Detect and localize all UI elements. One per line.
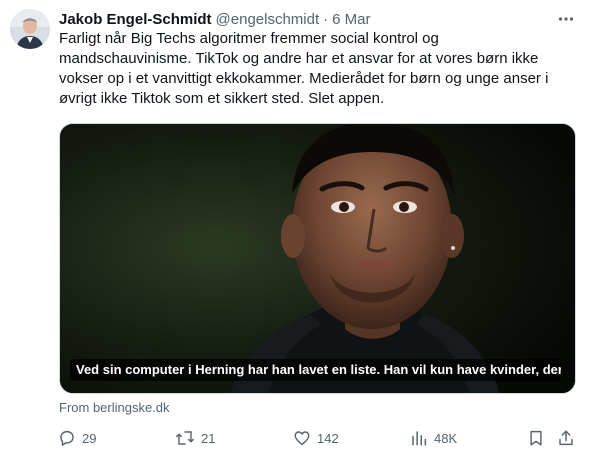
- source-link[interactable]: From berlingske.dk: [59, 400, 170, 415]
- repost-icon: [176, 431, 194, 445]
- reply-icon: [60, 430, 74, 446]
- timestamp[interactable]: 6 Mar: [332, 11, 370, 28]
- repost-button[interactable]: 21: [175, 426, 215, 450]
- reply-button[interactable]: 29: [58, 426, 96, 450]
- action-bar: 29 21 142 48K: [0, 426, 590, 450]
- tweet-text: Farligt når Big Techs algoritmer fremmer…: [59, 30, 549, 107]
- author-name[interactable]: Jakob Engel-Schmidt: [59, 11, 212, 28]
- avatar-image: [10, 9, 50, 49]
- heart-icon: [294, 431, 310, 446]
- share-button[interactable]: [557, 426, 575, 450]
- card-photo: [60, 124, 575, 393]
- link-card[interactable]: Ved sin computer i Herning har han lavet…: [59, 123, 576, 394]
- like-count: 142: [317, 430, 339, 446]
- share-icon: [559, 430, 573, 446]
- repost-count: 21: [201, 430, 216, 446]
- views-icon: [412, 431, 427, 446]
- like-button[interactable]: 142: [293, 426, 339, 450]
- card-caption: Ved sin computer i Herning har han lavet…: [70, 359, 561, 381]
- bookmark-icon: [530, 430, 542, 446]
- views-count: 48K: [434, 430, 458, 446]
- bookmark-button[interactable]: [527, 426, 545, 450]
- tweet-header: Jakob Engel-Schmidt @engelschmidt · 6 Ma…: [59, 10, 370, 28]
- views-button[interactable]: 48K: [410, 426, 457, 450]
- separator-dot: ·: [323, 10, 329, 28]
- reply-count: 29: [82, 430, 97, 446]
- avatar[interactable]: [10, 9, 50, 49]
- more-options-button[interactable]: [555, 8, 577, 30]
- more-horizontal-icon: [558, 17, 574, 21]
- tweet: Jakob Engel-Schmidt @engelschmidt · 6 Ma…: [0, 0, 590, 460]
- author-handle[interactable]: @engelschmidt: [216, 11, 320, 28]
